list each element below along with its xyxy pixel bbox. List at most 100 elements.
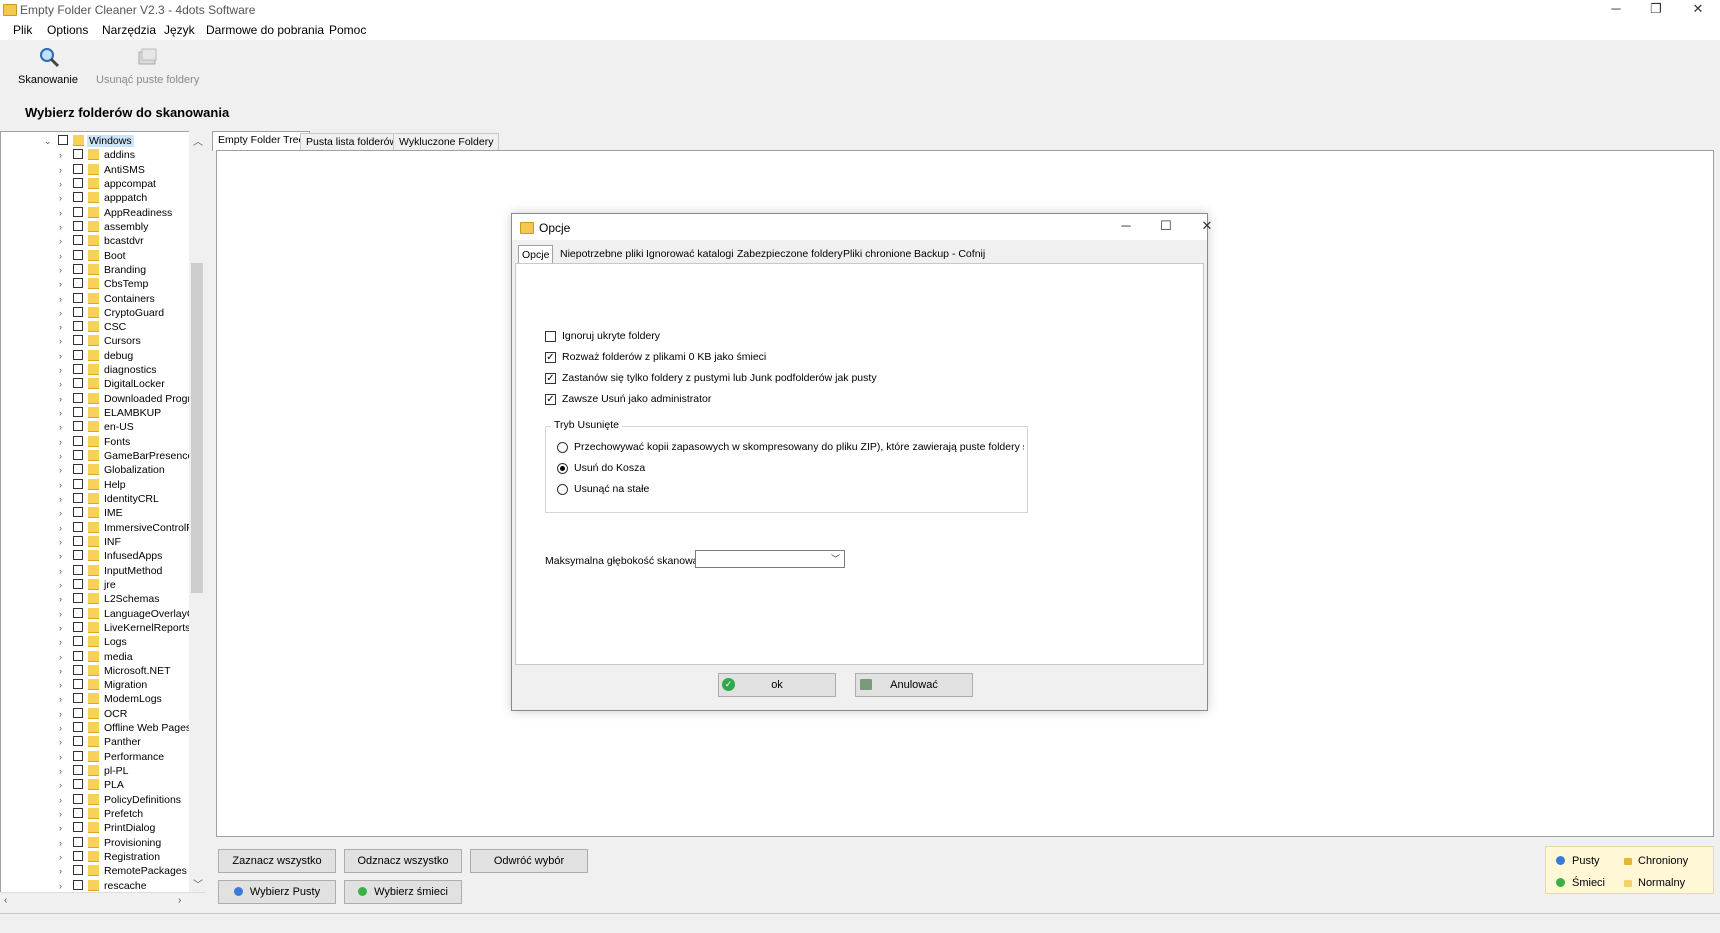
tab-empty-folder-list[interactable]: Pusta lista folderów bbox=[300, 133, 404, 150]
tree-item-checkbox[interactable] bbox=[73, 722, 83, 733]
tree-item[interactable]: › Containers bbox=[1, 292, 191, 306]
zero-kb-checkbox[interactable]: ✓ bbox=[545, 352, 556, 363]
tree-item[interactable]: › LanguageOverlayCa bbox=[1, 607, 191, 621]
scan-depth-select[interactable]: ﹀ bbox=[695, 550, 845, 568]
menu-downloads[interactable]: Darmowe do pobrania bbox=[206, 23, 324, 37]
scroll-left-icon[interactable]: ‹ bbox=[4, 895, 7, 906]
tree-item[interactable]: › INF bbox=[1, 535, 191, 549]
expand-right-icon[interactable]: › bbox=[59, 764, 62, 778]
tree-item-checkbox[interactable] bbox=[73, 278, 83, 289]
expand-right-icon[interactable]: › bbox=[59, 292, 62, 306]
close-icon[interactable]: ✕ bbox=[1678, 0, 1718, 20]
ignore-hidden-checkbox[interactable] bbox=[545, 331, 556, 342]
expand-right-icon[interactable]: › bbox=[59, 721, 62, 735]
tree-item-checkbox[interactable] bbox=[73, 421, 83, 432]
tree-item-checkbox[interactable] bbox=[73, 407, 83, 418]
expand-right-icon[interactable]: › bbox=[59, 449, 62, 463]
tree-item[interactable]: › pl-PL bbox=[1, 764, 191, 778]
expand-right-icon[interactable]: › bbox=[59, 521, 62, 535]
dialog-tab-junk-files[interactable]: Niepotrzebne pliki bbox=[557, 245, 646, 263]
expand-right-icon[interactable]: › bbox=[59, 592, 62, 606]
tree-item[interactable]: › debug bbox=[1, 349, 191, 363]
tree-item[interactable]: › rescache bbox=[1, 879, 191, 893]
expand-right-icon[interactable]: › bbox=[59, 249, 62, 263]
tree-item-checkbox[interactable] bbox=[73, 765, 83, 776]
tree-item[interactable]: › addins bbox=[1, 148, 191, 162]
tree-item[interactable]: › LiveKernelReports bbox=[1, 621, 191, 635]
admin-delete-checkbox[interactable]: ✓ bbox=[545, 394, 556, 405]
select-junk-button[interactable]: Wybierz śmieci bbox=[344, 880, 462, 904]
folder-tree[interactable]: ⌄ Windows › addins › AntiSMS › appcompat › apppat… bbox=[0, 131, 205, 909]
junk-subfolders-checkbox[interactable]: ✓ bbox=[545, 373, 556, 384]
tree-item-checkbox[interactable] bbox=[73, 163, 83, 174]
cancel-button[interactable]: Anulować bbox=[855, 673, 973, 697]
tree-item[interactable]: › Globalization bbox=[1, 463, 191, 477]
expand-right-icon[interactable]: › bbox=[59, 406, 62, 420]
tree-item[interactable]: › L2Schemas bbox=[1, 592, 191, 606]
expand-right-icon[interactable]: › bbox=[59, 306, 62, 320]
tree-item[interactable]: › Logs bbox=[1, 635, 191, 649]
expand-right-icon[interactable]: › bbox=[59, 363, 62, 377]
tree-item-checkbox[interactable] bbox=[73, 836, 83, 847]
dialog-tab-protected-folders[interactable]: Zabezpieczone foldery bbox=[734, 245, 846, 263]
ok-button[interactable]: ✓ ok bbox=[718, 673, 836, 697]
tree-item[interactable]: › IdentityCRL bbox=[1, 492, 191, 506]
expand-right-icon[interactable]: › bbox=[59, 263, 62, 277]
tab-excluded-folders[interactable]: Wykluczone Foldery bbox=[393, 133, 500, 150]
expand-right-icon[interactable]: › bbox=[59, 607, 62, 621]
tree-item[interactable]: › Downloaded Program bbox=[1, 392, 191, 406]
tree-item-checkbox[interactable] bbox=[73, 235, 83, 246]
tree-item[interactable]: › Boot bbox=[1, 249, 191, 263]
tree-item-checkbox[interactable] bbox=[73, 263, 83, 274]
tree-item-checkbox[interactable] bbox=[73, 550, 83, 561]
dialog-maximize-icon[interactable]: ☐ bbox=[1146, 217, 1186, 237]
tree-item[interactable]: › Prefetch bbox=[1, 807, 191, 821]
tree-item-checkbox[interactable] bbox=[73, 736, 83, 747]
tree-item[interactable]: › Registration bbox=[1, 850, 191, 864]
tree-item-checkbox[interactable] bbox=[73, 679, 83, 690]
tree-item[interactable]: › OCR bbox=[1, 707, 191, 721]
expand-right-icon[interactable]: › bbox=[59, 392, 62, 406]
tree-item[interactable]: › diagnostics bbox=[1, 363, 191, 377]
tree-item-checkbox[interactable] bbox=[73, 192, 83, 203]
tree-item-checkbox[interactable] bbox=[73, 464, 83, 475]
expand-right-icon[interactable]: › bbox=[59, 879, 62, 893]
tree-item[interactable]: › InputMethod bbox=[1, 564, 191, 578]
tree-item[interactable]: › media bbox=[1, 650, 191, 664]
invert-selection-button[interactable]: Odwróć wybór bbox=[470, 849, 588, 873]
deselect-all-button[interactable]: Odznacz wszystko bbox=[344, 849, 462, 873]
tree-item-checkbox[interactable] bbox=[73, 206, 83, 217]
menu-options[interactable]: Options bbox=[47, 23, 88, 37]
expand-right-icon[interactable]: › bbox=[59, 420, 62, 434]
expand-right-icon[interactable]: › bbox=[59, 478, 62, 492]
expand-right-icon[interactable]: › bbox=[59, 707, 62, 721]
expand-right-icon[interactable]: › bbox=[59, 621, 62, 635]
tree-item[interactable]: › jre bbox=[1, 578, 191, 592]
tree-item[interactable]: › Cursors bbox=[1, 334, 191, 348]
expand-right-icon[interactable]: › bbox=[59, 177, 62, 191]
tree-item[interactable]: › ModemLogs bbox=[1, 692, 191, 706]
tree-item[interactable]: › DigitalLocker bbox=[1, 377, 191, 391]
tree-item-checkbox[interactable] bbox=[73, 507, 83, 518]
dialog-tab-ignore-dirs[interactable]: Ignorować katalogi bbox=[643, 245, 737, 263]
expand-right-icon[interactable]: › bbox=[59, 864, 62, 878]
expand-right-icon[interactable]: › bbox=[59, 334, 62, 348]
radio-permanent[interactable] bbox=[557, 484, 568, 495]
expand-right-icon[interactable]: › bbox=[59, 678, 62, 692]
tree-item-checkbox[interactable] bbox=[73, 879, 83, 890]
tree-item-checkbox[interactable] bbox=[73, 535, 83, 546]
tree-item[interactable]: › AppReadiness bbox=[1, 206, 191, 220]
tree-item[interactable]: › RemotePackages bbox=[1, 864, 191, 878]
tree-item[interactable]: › apppatch bbox=[1, 191, 191, 205]
expand-right-icon[interactable]: › bbox=[59, 778, 62, 792]
tree-item[interactable]: › Performance bbox=[1, 750, 191, 764]
tree-item-checkbox[interactable] bbox=[73, 650, 83, 661]
expand-right-icon[interactable]: › bbox=[59, 535, 62, 549]
expand-right-icon[interactable]: › bbox=[59, 191, 62, 205]
scroll-up-icon[interactable]: ︿ bbox=[193, 133, 203, 148]
tree-item[interactable]: › en-US bbox=[1, 420, 191, 434]
radio-recycle-bin[interactable] bbox=[557, 463, 568, 474]
tree-item[interactable]: › Offline Web Pages bbox=[1, 721, 191, 735]
tree-item-checkbox[interactable] bbox=[73, 392, 83, 403]
tree-item-checkbox[interactable] bbox=[58, 135, 68, 145]
